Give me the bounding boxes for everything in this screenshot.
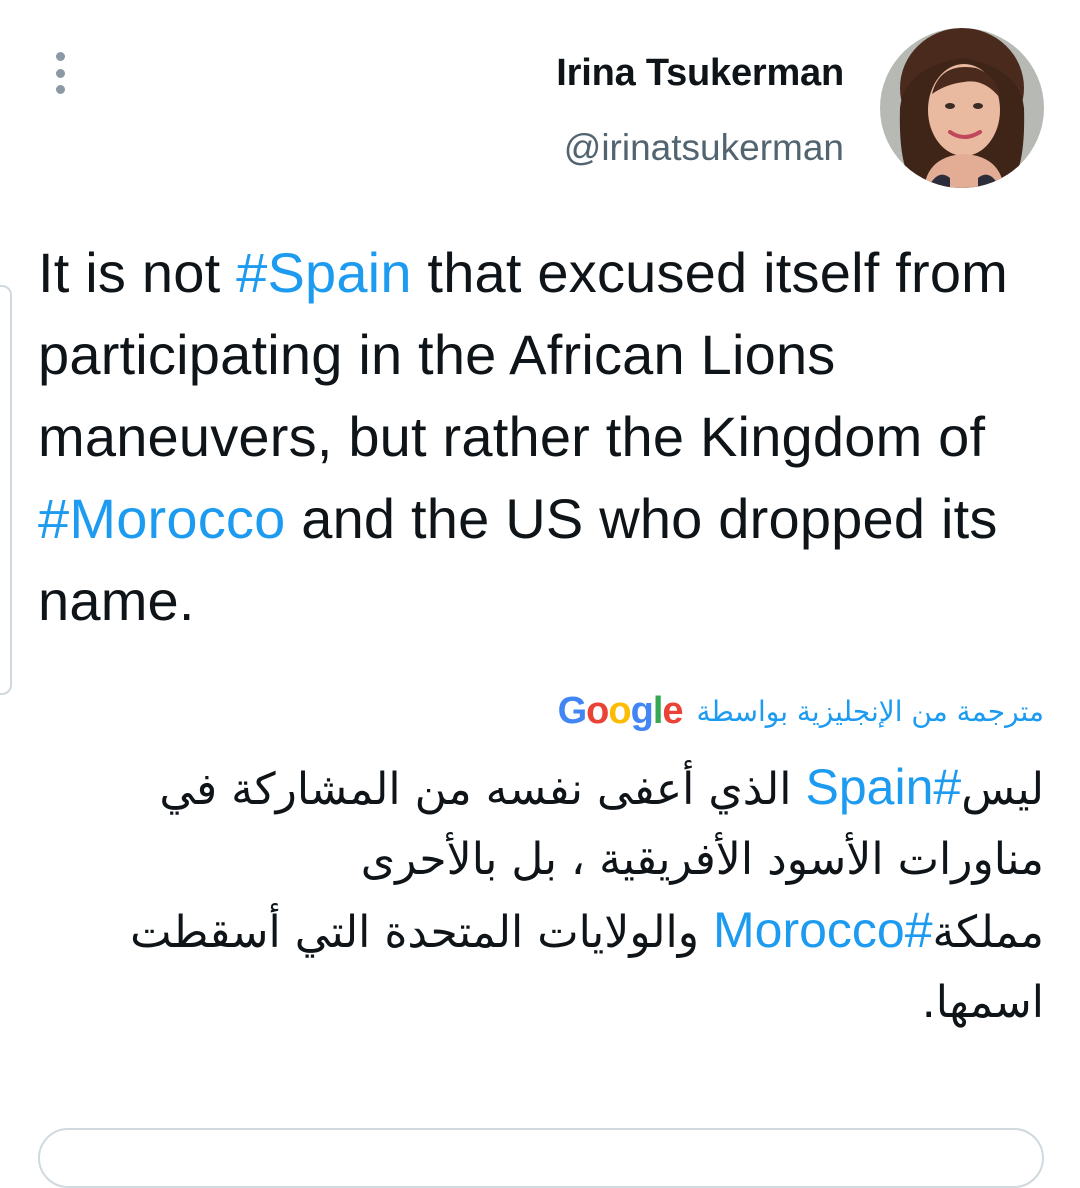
avatar[interactable] — [880, 28, 1044, 188]
google-logo-letter: e — [662, 689, 683, 732]
more-vertical-icon — [55, 52, 65, 61]
translated-tweet-text: ليس#Spain الذي أعفى نفسه من المشاركة في … — [34, 752, 1044, 1038]
translated-from-label: مترجمة من الإنجليزية بواسطة — [696, 694, 1044, 728]
next-card-edge — [38, 1128, 1044, 1188]
more-options-button[interactable] — [48, 52, 72, 94]
translation-attribution: مترجمة من الإنجليزية بواسطة Google — [558, 686, 1044, 736]
google-logo-letter: o — [586, 689, 609, 732]
google-logo-letter: g — [630, 689, 654, 732]
profile-photo — [880, 28, 1044, 188]
google-logo-letter: l — [652, 689, 664, 732]
google-logo[interactable]: Google — [557, 689, 684, 733]
author-handle[interactable]: @irinatsukerman — [564, 127, 844, 169]
translated-hashtag-morocco[interactable]: #Morocco — [713, 902, 933, 958]
hashtag-link-morocco[interactable]: #Morocco — [38, 487, 285, 550]
google-logo-letter: G — [557, 689, 588, 732]
tweet-text-segment: It is not — [38, 241, 237, 304]
translated-hashtag-spain[interactable]: #Spain — [806, 759, 962, 815]
tweet-text: It is not #Spain that excused itself fro… — [38, 232, 1048, 642]
side-panel-edge — [0, 285, 12, 695]
google-logo-letter: o — [608, 689, 631, 732]
more-vertical-icon-dot — [55, 85, 65, 94]
more-vertical-icon-dot — [55, 68, 65, 78]
author-name[interactable]: Irina Tsukerman — [556, 52, 844, 95]
translated-text-segment: ليس — [961, 764, 1044, 815]
hashtag-link-spain[interactable]: #Spain — [236, 241, 412, 304]
